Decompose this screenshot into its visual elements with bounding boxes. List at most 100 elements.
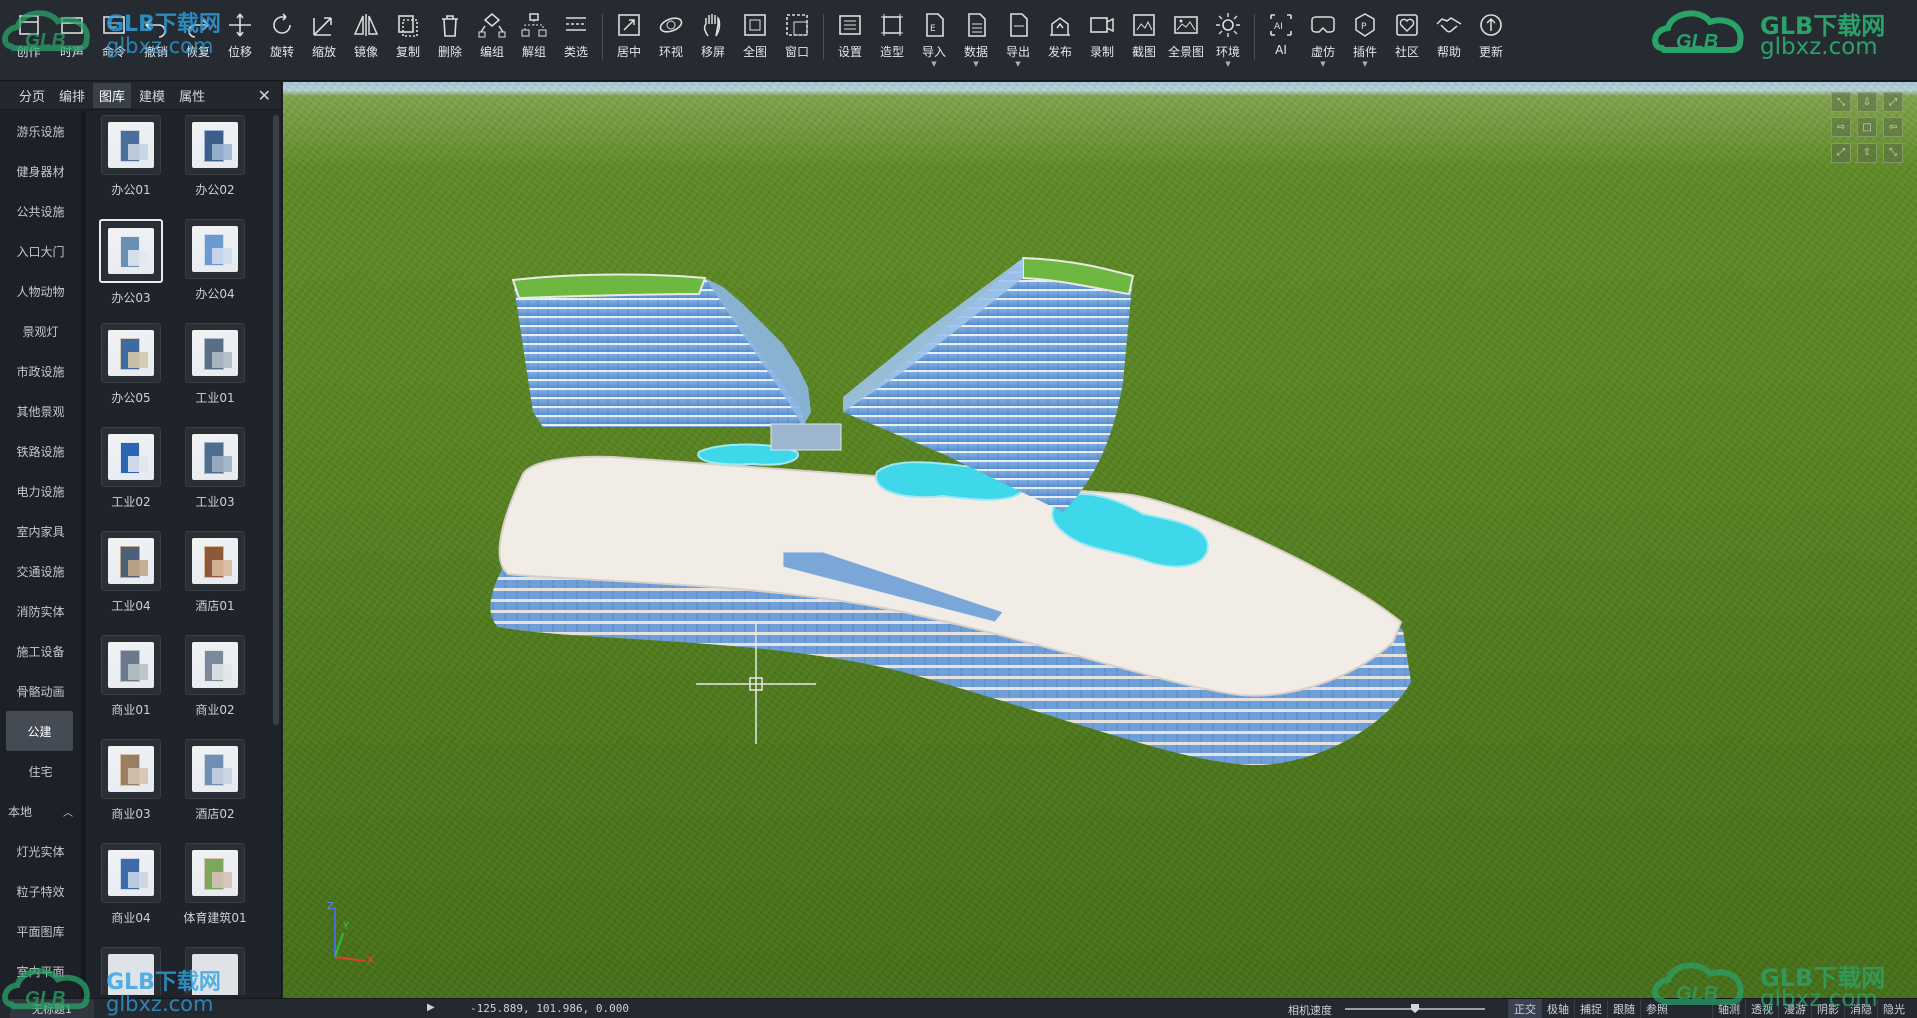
view-nav-button[interactable]: □ [1857, 117, 1877, 138]
toolbar-button-fit-all[interactable]: 全图 [734, 0, 776, 72]
library-item[interactable]: 工业04 [90, 531, 172, 614]
library-item[interactable]: 商业01 [90, 635, 172, 718]
toolbar-button-pan-hand[interactable]: 移屏 [692, 0, 734, 72]
view-nav-button[interactable]: ⇧ [1857, 142, 1877, 163]
view-nav-button[interactable]: ⤢ [1883, 92, 1903, 112]
view-mode-toggle[interactable]: 漫游 [1778, 999, 1811, 1018]
library-item[interactable]: 办公02 [174, 115, 256, 198]
view-mode-toggle[interactable]: 轴测 [1712, 999, 1745, 1018]
status-toggle[interactable]: 极轴 [1541, 999, 1574, 1018]
toolbar-button-modeling[interactable]: 造型 [871, 0, 913, 72]
document-tab[interactable]: 无标题1 [10, 999, 94, 1018]
view-nav-button[interactable]: ⇩ [1857, 92, 1877, 112]
category-item[interactable]: 健身器材 [0, 151, 81, 191]
category-item[interactable]: 住宅 [0, 751, 81, 791]
toolbar-button-center[interactable]: 居中 [608, 0, 650, 72]
toolbar-button-environment-sun[interactable]: 环境 ▼ [1207, 0, 1249, 72]
category-item[interactable]: 交通设施 [0, 551, 81, 591]
library-item[interactable]: 酒店02 [174, 739, 256, 822]
toolbar-button-screenshot[interactable]: 截图 [1123, 0, 1165, 72]
toolbar-button-publish[interactable]: 发布 [1039, 0, 1081, 72]
toolbar-button-delete[interactable]: 删除 [429, 0, 471, 72]
library-item[interactable] [174, 947, 256, 995]
category-item[interactable]: 平面图库 [0, 911, 81, 951]
toolbar-button-settings[interactable]: 设置 [829, 0, 871, 72]
view-nav-button[interactable]: ⤡ [1883, 142, 1903, 163]
toolbar-button-create[interactable]: 创作 [6, 0, 51, 72]
category-item[interactable]: 其他景观 [0, 391, 81, 431]
category-scrollbar[interactable] [82, 111, 86, 998]
library-item[interactable]: 办公05 [90, 323, 172, 406]
toolbar-button-plugin[interactable]: P 插件 ▼ [1344, 0, 1386, 72]
library-item[interactable]: 商业02 [174, 635, 256, 718]
view-nav-button[interactable]: ⤢ [1831, 142, 1851, 163]
toolbar-button-record[interactable]: 录制 [1081, 0, 1123, 72]
toolbar-button-panorama[interactable]: 全景图 [1165, 0, 1207, 72]
category-item[interactable]: 本地 ︿ [0, 791, 81, 831]
view-nav-button[interactable]: ⇨ [1831, 117, 1851, 138]
toolbar-button-command[interactable]: 命令 [93, 0, 135, 72]
tab-library[interactable]: 图库 [93, 83, 132, 108]
library-item[interactable]: 体育建筑01 [174, 843, 256, 926]
toolbar-button-help-handshake[interactable]: 帮助 [1428, 0, 1470, 72]
toolbar-button-timeline[interactable]: 时声 [51, 0, 93, 72]
tab-pages[interactable]: 分页 [13, 83, 51, 108]
category-item[interactable]: 消防实体 [0, 591, 81, 631]
category-item[interactable]: 电力设施 [0, 471, 81, 511]
toolbar-button-ai[interactable]: AI AI [1260, 0, 1302, 72]
toolbar-button-scale[interactable]: 缩放 [303, 0, 345, 72]
library-item[interactable]: 办公04 [174, 219, 256, 302]
toolbar-button-undo[interactable]: 撤销 [135, 0, 177, 72]
toolbar-button-redo[interactable]: 恢复 [177, 0, 219, 72]
toolbar-button-community[interactable]: 社区 [1386, 0, 1428, 72]
status-toggle[interactable]: 捕捉 [1574, 999, 1607, 1018]
category-item[interactable]: 粒子特效 [0, 871, 81, 911]
toolbar-button-rotate[interactable]: 旋转 [261, 0, 303, 72]
library-item[interactable]: 商业04 [90, 843, 172, 926]
category-item[interactable]: 室内平面 [0, 951, 81, 991]
toolbar-button-select-type[interactable]: 类选 [555, 0, 597, 72]
toolbar-button-move[interactable]: 位移 [219, 0, 261, 72]
3d-viewport[interactable]: Z Y X ⤡ ⇩ ⤢ ⇨ □ ⇦ ⤢ ⇧ ⤡ [283, 82, 1917, 998]
toolbar-button-import[interactable]: E 导入 ▼ [913, 0, 955, 72]
tab-properties[interactable]: 属性 [173, 83, 211, 108]
category-item[interactable]: 入口大门 [0, 231, 81, 271]
toolbar-button-data[interactable]: 数据 ▼ [955, 0, 997, 72]
toolbar-button-copy[interactable]: 复制 [387, 0, 429, 72]
toolbar-button-window-zoom[interactable]: 窗口 [776, 0, 818, 72]
toolbar-button-update[interactable]: 更新 [1470, 0, 1512, 72]
play-icon[interactable]: ▶ [427, 1002, 435, 1013]
view-nav-button[interactable]: ⇦ [1883, 117, 1903, 138]
toolbar-button-group[interactable]: 编组 [471, 0, 513, 72]
view-mode-toggle[interactable]: 阴影 [1811, 999, 1844, 1018]
toolbar-button-vr[interactable]: 虚仿 ▼ [1302, 0, 1344, 72]
category-item[interactable]: 室内家具 [0, 511, 81, 551]
view-mode-toggle[interactable]: 消隐 [1844, 999, 1877, 1018]
category-item[interactable]: 人物动物 [0, 271, 81, 311]
category-item[interactable]: 游乐设施 [0, 111, 81, 151]
library-item[interactable]: 商业03 [90, 739, 172, 822]
library-item[interactable] [90, 947, 172, 995]
library-item[interactable]: 办公01 [90, 115, 172, 198]
category-item[interactable]: 公共设施 [0, 191, 81, 231]
building-model[interactable] [283, 82, 1917, 998]
category-item[interactable]: 灯光实体 [0, 831, 81, 871]
status-toggle[interactable]: 正交 [1508, 999, 1541, 1018]
thumbnail-scrollbar[interactable] [273, 115, 279, 725]
category-item[interactable]: 骨骼动画 [0, 671, 81, 711]
slider-knob[interactable] [1411, 1004, 1419, 1013]
category-item[interactable]: 施工设备 [0, 631, 81, 671]
toolbar-button-orbit[interactable]: 环视 [650, 0, 692, 72]
close-icon[interactable]: ✕ [258, 86, 271, 105]
library-item[interactable]: 酒店01 [174, 531, 256, 614]
tab-arrange[interactable]: 编排 [53, 83, 91, 108]
status-toggle[interactable]: 跟随 [1607, 999, 1640, 1018]
view-nav-button[interactable]: ⤡ [1831, 92, 1851, 112]
category-item[interactable]: 景观灯 [0, 311, 81, 351]
camera-speed-slider[interactable] [1345, 1004, 1485, 1013]
view-mode-toggle[interactable]: 隐光 [1877, 999, 1910, 1018]
toolbar-button-ungroup[interactable]: 解组 [513, 0, 555, 72]
category-item[interactable]: 铁路设施 [0, 431, 81, 471]
toolbar-button-export[interactable]: 导出 ▼ [997, 0, 1039, 72]
category-item[interactable]: 公建 [6, 711, 73, 751]
